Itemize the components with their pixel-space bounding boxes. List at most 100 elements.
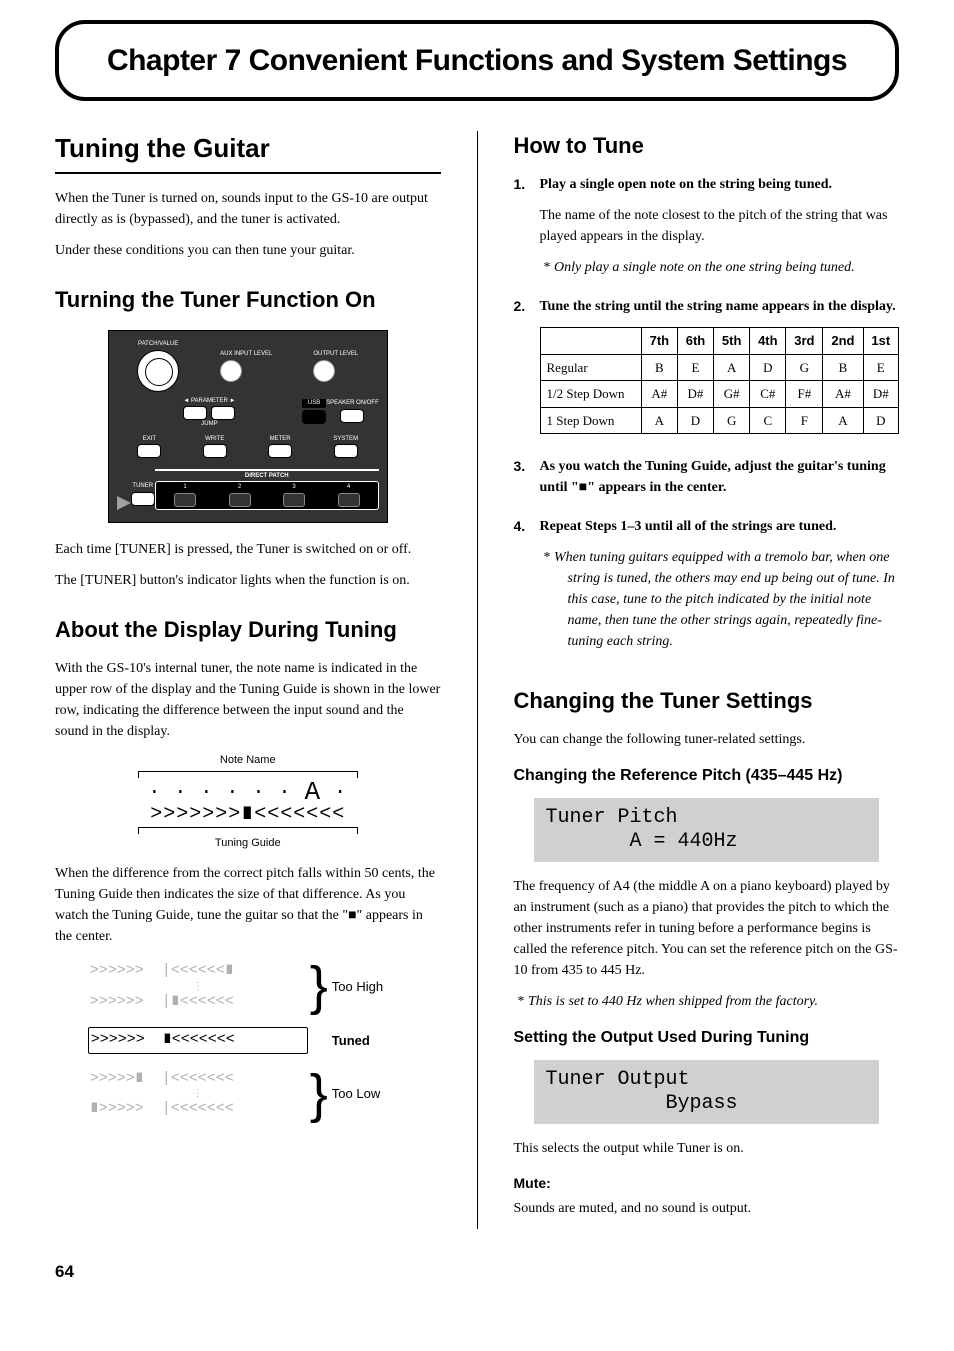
step-1-body: The name of the note closest to the pitc… bbox=[540, 205, 900, 247]
table-cell: A bbox=[823, 407, 863, 434]
table-cell: G# bbox=[714, 381, 750, 408]
meter-button bbox=[268, 444, 292, 458]
table-cell: E bbox=[863, 354, 898, 381]
heading-turn-on: Turning the Tuner Function On bbox=[55, 283, 441, 316]
tuner-arrow-icon bbox=[117, 496, 131, 510]
output-during-tuning-paragraph: This selects the output while Tuner is o… bbox=[514, 1138, 900, 1159]
pitch-label-low: Too Low bbox=[332, 1084, 380, 1104]
pitch-row-high-2: >>>>>> |∎<<<<<< bbox=[88, 990, 308, 1015]
direct-patch-2-button bbox=[229, 493, 251, 507]
lcd-tuner-pitch: Tuner Pitch A = 440Hz bbox=[534, 798, 880, 862]
table-cell: C bbox=[750, 407, 786, 434]
noteguide-dots-row-tail: · bbox=[321, 781, 347, 804]
pitch-row-tuned: >>>>>> ∎<<<<<<< bbox=[88, 1027, 308, 1054]
panel-label-meter: METER bbox=[268, 436, 292, 443]
right-column: How to Tune 1. Play a single open note o… bbox=[514, 129, 900, 1229]
aux-input-dial bbox=[220, 360, 242, 382]
heading-changing-tuner-settings: Changing the Tuner Settings bbox=[514, 684, 900, 717]
panel-label-system: SYSTEM bbox=[333, 436, 358, 443]
panel-label-parameter: ◄ PARAMETER ► bbox=[117, 398, 302, 405]
pitch-figure: >>>>>> |<<<<<<∎ ⋮ >>>>>> |∎<<<<<< } Too … bbox=[88, 959, 408, 1122]
panel-label-output: OUTPUT LEVEL bbox=[313, 351, 358, 358]
parameter-left-button bbox=[183, 406, 207, 420]
panel-label-usb: USB bbox=[302, 399, 326, 408]
table-cell: 1 Step Down bbox=[540, 407, 641, 434]
changing-settings-intro: You can change the following tuner-relat… bbox=[514, 729, 900, 750]
noteguide-figure: Note Name · · · · · · A · >>>>>>>∎<<<<<<… bbox=[118, 752, 378, 851]
table-header: 5th bbox=[714, 328, 750, 355]
tuning-table: 7th6th5th4th3rd2nd1st RegularBEADGBE1/2 … bbox=[540, 327, 900, 434]
table-header: 2nd bbox=[823, 328, 863, 355]
table-cell: G bbox=[714, 407, 750, 434]
column-divider bbox=[477, 131, 478, 1229]
panel-label-speaker: SPEAKER ON/OFF bbox=[326, 400, 379, 407]
noteguide-label-guide: Tuning Guide bbox=[118, 835, 378, 852]
display-tuning-paragraph-1: With the GS-10's internal tuner, the not… bbox=[55, 658, 441, 742]
heading-display-during-tuning: About the Display During Tuning bbox=[55, 613, 441, 646]
table-header: 1st bbox=[863, 328, 898, 355]
table-cell: A# bbox=[641, 381, 677, 408]
dp-num-4: 4 bbox=[338, 484, 360, 491]
table-cell: 1/2 Step Down bbox=[540, 381, 641, 408]
panel-label-direct-patch: DIRECT PATCH bbox=[155, 473, 379, 480]
noteguide-arrows: >>>>>>>∎<<<<<<< bbox=[118, 805, 378, 825]
pitch-row-low-2: ∎>>>>> |<<<<<<< bbox=[88, 1097, 308, 1122]
table-cell: G bbox=[786, 354, 823, 381]
table-cell: D bbox=[863, 407, 898, 434]
step-1-note: Only play a single note on the one strin… bbox=[558, 257, 900, 278]
intro-paragraph-2: Under these conditions you can then tune… bbox=[55, 240, 441, 261]
output-level-dial bbox=[313, 360, 335, 382]
table-header: 3rd bbox=[786, 328, 823, 355]
table-cell: A# bbox=[823, 381, 863, 408]
reference-pitch-paragraph: The frequency of A4 (the middle A on a p… bbox=[514, 876, 900, 981]
heading-output-during-tuning: Setting the Output Used During Tuning bbox=[514, 1026, 900, 1050]
step-3-title: As you watch the Tuning Guide, adjust th… bbox=[540, 456, 900, 498]
dp-num-2: 2 bbox=[229, 484, 251, 491]
direct-patch-4-button bbox=[338, 493, 360, 507]
table-cell: F# bbox=[786, 381, 823, 408]
panel-label-aux: AUX INPUT LEVEL bbox=[220, 351, 272, 358]
noteguide-label-note: Note Name bbox=[118, 752, 378, 769]
pitch-row-high-1: >>>>>> |<<<<<<∎ bbox=[88, 959, 308, 984]
table-row: 1/2 Step DownA#D#G#C#F#A#D# bbox=[540, 381, 899, 408]
pitch-label-high: Too High bbox=[332, 977, 383, 997]
step-1: 1. Play a single open note on the string… bbox=[514, 174, 900, 288]
table-cell: D bbox=[750, 354, 786, 381]
left-column: Tuning the Guitar When the Tuner is turn… bbox=[55, 129, 441, 1229]
page-number: 64 bbox=[55, 1259, 899, 1285]
panel-label-patch-value: PATCH/VALUE bbox=[137, 341, 179, 348]
heading-reference-pitch: Changing the Reference Pitch (435–445 Hz… bbox=[514, 764, 900, 788]
control-panel-figure: PATCH/VALUE AUX INPUT LEVEL OUTPUT LEVEL bbox=[108, 330, 388, 523]
heading-tuning-guitar: Tuning the Guitar bbox=[55, 129, 441, 174]
step-1-title: Play a single open note on the string be… bbox=[540, 174, 900, 195]
table-cell: Regular bbox=[540, 354, 641, 381]
table-cell: B bbox=[823, 354, 863, 381]
table-header: 6th bbox=[677, 328, 713, 355]
display-tuning-paragraph-2: When the difference from the correct pit… bbox=[55, 863, 441, 947]
intro-paragraph-1: When the Tuner is turned on, sounds inpu… bbox=[55, 188, 441, 230]
step-4-note: When tuning guitars equipped with a trem… bbox=[558, 547, 900, 652]
direct-patch-3-button bbox=[283, 493, 305, 507]
usb-button bbox=[302, 410, 326, 424]
lcd-tuner-output: Tuner Output Bypass bbox=[534, 1060, 880, 1124]
table-header bbox=[540, 328, 641, 355]
step-4-title: Repeat Steps 1–3 until all of the string… bbox=[540, 516, 900, 537]
tuner-button bbox=[131, 492, 155, 506]
speaker-button bbox=[340, 409, 364, 423]
panel-label-exit: EXIT bbox=[137, 436, 161, 443]
chapter-title: Chapter 7 Convenient Functions and Syste… bbox=[83, 38, 871, 83]
table-cell: F bbox=[786, 407, 823, 434]
tuner-press-paragraph: Each time [TUNER] is pressed, the Tuner … bbox=[55, 539, 441, 560]
table-cell: A bbox=[714, 354, 750, 381]
table-header: 4th bbox=[750, 328, 786, 355]
heading-mute: Mute: bbox=[514, 1173, 900, 1194]
step-2: 2. Tune the string until the string name… bbox=[514, 296, 900, 448]
pitch-label-tuned: Tuned bbox=[332, 1031, 370, 1051]
panel-label-jump: JUMP bbox=[117, 421, 302, 428]
dp-num-3: 3 bbox=[283, 484, 305, 491]
tuner-indicator-paragraph: The [TUNER] button's indicator lights wh… bbox=[55, 570, 441, 591]
brace-low: } bbox=[310, 1070, 328, 1119]
step-3: 3. As you watch the Tuning Guide, adjust… bbox=[514, 456, 900, 508]
direct-patch-1-button bbox=[174, 493, 196, 507]
heading-how-to-tune: How to Tune bbox=[514, 129, 900, 162]
